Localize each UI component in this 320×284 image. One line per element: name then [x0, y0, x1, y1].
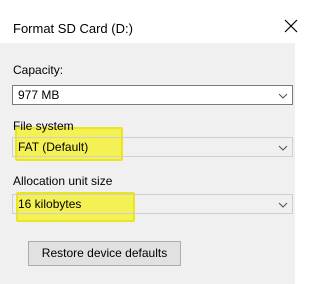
allocation-unit-size-value: 16 kilobytes [18, 197, 82, 211]
file-system-select[interactable]: FAT (Default) [12, 137, 293, 157]
capacity-value: 977 MB [18, 88, 60, 102]
file-system-label: File system [13, 119, 74, 133]
title-bar: Format SD Card (D:) [0, 0, 298, 43]
allocation-unit-size-select[interactable]: 16 kilobytes [12, 194, 293, 214]
file-system-value: FAT (Default) [18, 140, 89, 154]
capacity-select[interactable]: 977 MB [12, 85, 293, 105]
close-icon[interactable] [283, 18, 299, 34]
chevron-down-icon [278, 142, 288, 152]
restore-device-defaults-button[interactable]: Restore device defaults [28, 241, 181, 266]
chevron-down-icon [278, 199, 288, 209]
chevron-down-icon [278, 90, 288, 100]
capacity-label: Capacity: [13, 63, 64, 77]
window-title: Format SD Card (D:) [13, 21, 133, 36]
allocation-unit-size-label: Allocation unit size [13, 174, 113, 188]
